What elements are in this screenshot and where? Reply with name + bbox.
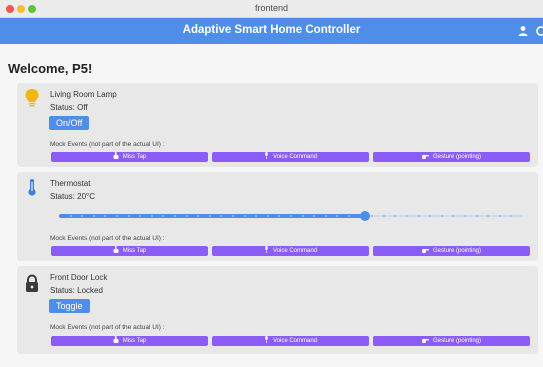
mock-events-row: Miss Tap Voice Command Gesture (pointing…	[51, 336, 530, 346]
slider-tick	[255, 215, 257, 217]
voice-command-button[interactable]: Voice Command	[212, 152, 369, 162]
slider-tick	[232, 215, 234, 217]
slider-tick	[394, 215, 396, 217]
device-status: Status: 20°C	[50, 192, 95, 201]
miss-tap-button[interactable]: Miss Tap	[51, 246, 208, 256]
slider-tick	[162, 215, 164, 217]
slider-tick	[104, 215, 106, 217]
slider-tick	[429, 215, 431, 217]
device-name: Thermostat	[50, 179, 91, 188]
pointing-hand-icon	[421, 249, 429, 253]
device-name: Front Door Lock	[50, 273, 108, 282]
slider-tick	[209, 215, 211, 217]
slider-tick	[151, 215, 153, 217]
device-name: Living Room Lamp	[50, 90, 117, 99]
mock-events-row: Miss Tap Voice Command Gesture (pointing…	[51, 152, 530, 162]
slider-tick	[510, 215, 512, 217]
slider-tick	[116, 215, 118, 217]
device-card-thermostat: Thermostat Status: 20°C Mock Events (not…	[17, 172, 538, 261]
gesture-label: Gesture (pointing)	[432, 154, 482, 160]
hand-tap-icon	[113, 152, 119, 159]
miss-tap-button[interactable]: Miss Tap	[51, 152, 208, 162]
device-card-lock: Front Door Lock Status: Locked Toggle Mo…	[17, 266, 538, 354]
pointing-hand-icon	[421, 339, 429, 343]
slider-tick	[220, 215, 222, 217]
welcome-heading: Welcome, P5!	[8, 61, 93, 76]
voice-command-label: Voice Command	[272, 154, 318, 160]
slider-tick	[244, 215, 246, 217]
device-status: Status: Off	[50, 103, 88, 112]
user-icon[interactable]	[517, 25, 529, 37]
slider-tick	[418, 215, 420, 217]
gesture-label: Gesture (pointing)	[432, 338, 482, 344]
slider-tick	[499, 215, 501, 217]
miss-tap-label: Miss Tap	[122, 154, 147, 160]
lock-toggle-button[interactable]: Toggle	[49, 299, 90, 313]
miss-tap-button[interactable]: Miss Tap	[51, 336, 208, 346]
window-title: frontend	[254, 3, 289, 13]
gesture-button[interactable]: Gesture (pointing)	[373, 246, 530, 256]
slider-tick	[336, 215, 338, 217]
mock-events-label: Mock Events (not part of the actual UI) …	[50, 141, 165, 148]
slider-tick	[313, 215, 315, 217]
lamp-on-off-button[interactable]: On/Off	[49, 116, 90, 130]
miss-tap-label: Miss Tap	[122, 248, 147, 254]
gesture-button[interactable]: Gesture (pointing)	[373, 152, 530, 162]
slider-tick	[70, 215, 72, 217]
mock-events-label: Mock Events (not part of the actual UI) …	[50, 324, 165, 331]
slider-thumb[interactable]	[360, 211, 370, 221]
gesture-label: Gesture (pointing)	[432, 248, 482, 254]
slider-tick	[441, 215, 443, 217]
hand-tap-icon	[113, 246, 119, 253]
device-card-lamp: Living Room Lamp Status: Off On/Off Mock…	[17, 83, 538, 167]
microphone-icon	[265, 246, 268, 253]
lightbulb-icon	[25, 89, 39, 107]
voice-command-button[interactable]: Voice Command	[212, 336, 369, 346]
slider-tick	[487, 215, 489, 217]
gesture-button[interactable]: Gesture (pointing)	[373, 336, 530, 346]
slider-tick	[476, 215, 478, 217]
refresh-icon[interactable]	[535, 25, 543, 37]
slider-tick	[371, 215, 373, 217]
slider-tick	[186, 215, 188, 217]
slider-tick	[139, 215, 141, 217]
slider-tick	[290, 215, 292, 217]
window-titlebar: frontend	[0, 0, 543, 18]
miss-tap-label: Miss Tap	[122, 338, 147, 344]
slider-tick	[128, 215, 130, 217]
slider-tick	[197, 215, 199, 217]
slider-tick	[406, 215, 408, 217]
slider-tick	[452, 215, 454, 217]
app-bar: Adaptive Smart Home Controller	[0, 18, 543, 44]
voice-command-button[interactable]: Voice Command	[212, 246, 369, 256]
temperature-slider[interactable]	[59, 211, 523, 221]
slider-tick	[81, 215, 83, 217]
mock-events-row: Miss Tap Voice Command Gesture (pointing…	[51, 246, 530, 256]
slider-tick	[93, 215, 95, 217]
slider-tick	[278, 215, 280, 217]
voice-command-label: Voice Command	[272, 248, 318, 254]
hand-tap-icon	[113, 336, 119, 343]
slider-tick	[348, 215, 350, 217]
slider-tick	[325, 215, 327, 217]
slider-tick	[464, 215, 466, 217]
voice-command-label: Voice Command	[272, 338, 318, 344]
slider-tick	[267, 215, 269, 217]
microphone-icon	[265, 336, 268, 343]
lock-icon	[26, 274, 38, 292]
slider-tick	[383, 215, 385, 217]
microphone-icon	[265, 152, 268, 159]
pointing-hand-icon	[421, 155, 429, 159]
mock-events-label: Mock Events (not part of the actual UI) …	[50, 235, 165, 242]
slider-tick	[174, 215, 176, 217]
device-status: Status: Locked	[50, 286, 103, 295]
slider-tick	[302, 215, 304, 217]
thermometer-icon	[28, 179, 36, 196]
app-title: Adaptive Smart Home Controller	[182, 24, 361, 36]
